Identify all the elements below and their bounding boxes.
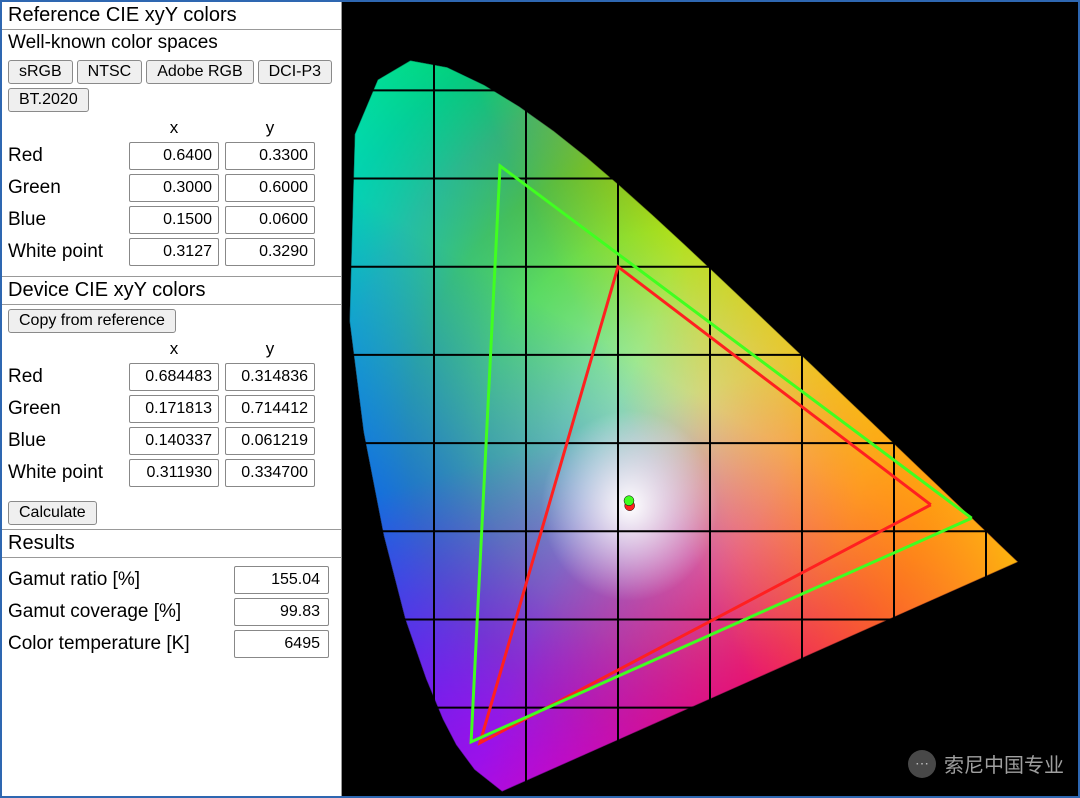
device-header: Device CIE xyY colors [2,276,341,305]
res-coverage-value [234,598,329,626]
ref-red-y[interactable] [225,142,315,170]
ref-white-y[interactable] [225,238,315,266]
dev-green-label: Green [8,398,123,420]
reference-table: x y Red Green Blue White point [2,116,341,276]
ref-col-x: x [129,118,219,138]
app-window: Reference CIE xyY colors Well-known colo… [0,0,1080,798]
marker-Device white [624,496,634,506]
ref-blue-label: Blue [8,209,123,231]
ref-white-label: White point [8,241,123,263]
ref-col-y: y [225,118,315,138]
dev-blue-y[interactable] [225,427,315,455]
dev-col-x: x [129,339,219,359]
preset-buttons: sRGB NTSC Adobe RGB DCI-P3 BT.2020 [2,56,341,116]
preset-adobergb[interactable]: Adobe RGB [146,60,253,84]
dev-col-y: y [225,339,315,359]
ref-green-y[interactable] [225,174,315,202]
presets-header: Well-known color spaces [2,30,341,56]
ref-red-label: Red [8,145,123,167]
calculate-button[interactable]: Calculate [8,501,97,525]
dev-red-x[interactable] [129,363,219,391]
res-ratio-label: Gamut ratio [%] [8,569,228,591]
wechat-icon: ⋯ [908,750,936,778]
reference-header: Reference CIE xyY colors [2,2,341,30]
dev-white-y[interactable] [225,459,315,487]
preset-srgb[interactable]: sRGB [8,60,73,84]
res-ratio-value [234,566,329,594]
ref-red-x[interactable] [129,142,219,170]
chromaticity-svg [342,2,1078,796]
results-table: Gamut ratio [%] Gamut coverage [%] Color… [2,558,341,666]
dev-white-label: White point [8,462,123,484]
ref-green-label: Green [8,177,123,199]
preset-bt2020[interactable]: BT.2020 [8,88,89,112]
preset-dcip3[interactable]: DCI-P3 [258,60,332,84]
ref-white-x[interactable] [129,238,219,266]
ref-blue-x[interactable] [129,206,219,234]
dev-red-y[interactable] [225,363,315,391]
ref-green-x[interactable] [129,174,219,202]
res-colortemp-value [234,630,329,658]
dev-red-label: Red [8,366,123,388]
device-table: x y Red Green Blue White point [2,337,341,497]
sidebar: Reference CIE xyY colors Well-known colo… [2,2,342,796]
res-coverage-label: Gamut coverage [%] [8,601,228,623]
dev-blue-label: Blue [8,430,123,452]
dev-white-x[interactable] [129,459,219,487]
res-colortemp-label: Color temperature [K] [8,633,228,655]
watermark-text: 索尼中国专业 [944,749,1064,778]
dev-green-x[interactable] [129,395,219,423]
chromaticity-chart: ⋯ 索尼中国专业 [342,2,1078,796]
copy-from-reference-button[interactable]: Copy from reference [8,309,176,333]
results-header: Results [2,530,341,558]
watermark: ⋯ 索尼中国专业 [908,749,1064,778]
dev-blue-x[interactable] [129,427,219,455]
ref-blue-y[interactable] [225,206,315,234]
preset-ntsc[interactable]: NTSC [77,60,143,84]
dev-green-y[interactable] [225,395,315,423]
